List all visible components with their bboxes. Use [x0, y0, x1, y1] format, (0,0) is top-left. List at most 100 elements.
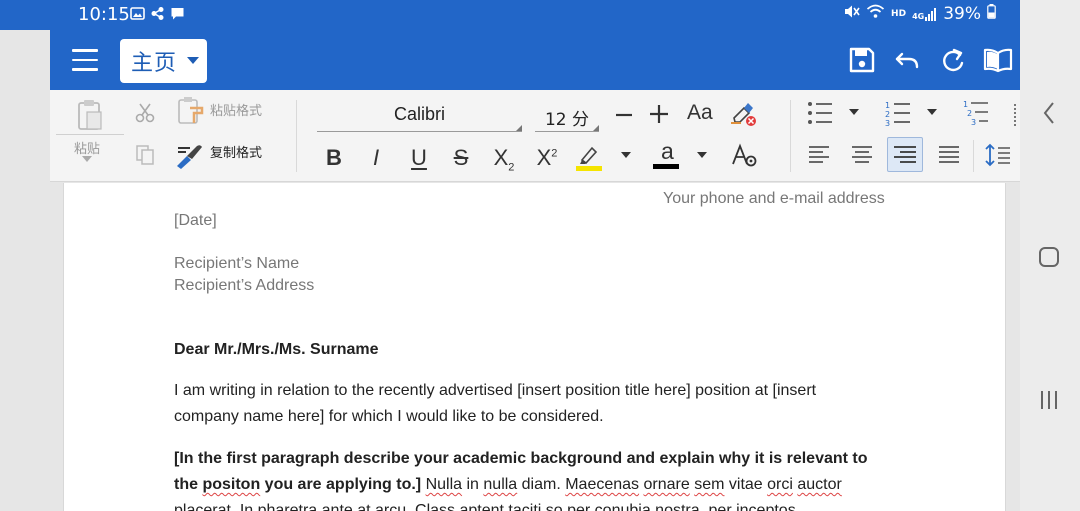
- save-icon[interactable]: [848, 46, 876, 74]
- font-color-button[interactable]: a: [653, 138, 683, 172]
- decrease-font-icon[interactable]: [613, 104, 635, 126]
- battery-icon: [987, 4, 996, 24]
- paste-format-icon[interactable]: [176, 96, 206, 126]
- paste-dropdown-icon[interactable]: [82, 156, 92, 162]
- caret-down-icon: [187, 57, 199, 64]
- word-app: 10:15 HD 4G 39% 主页 粘贴 粘贴格式 复制格式 Calibri …: [0, 0, 1020, 511]
- paragraph-2-line-3: placerat. In pharetra ante at arcu. Clas…: [174, 502, 796, 511]
- paragraph-1-line-1: I am writing in relation to the recently…: [174, 382, 817, 399]
- redo-icon[interactable]: [939, 46, 967, 74]
- clock: 10:15: [78, 4, 130, 25]
- justify-icon[interactable]: [936, 142, 962, 168]
- title-bar: 主页: [50, 30, 1020, 90]
- numbered-list-dropdown-icon[interactable]: [927, 109, 937, 115]
- font-size-value: 12 分: [544, 110, 590, 130]
- highlight-icon[interactable]: [574, 142, 606, 172]
- highlight-dropdown-icon[interactable]: [621, 152, 631, 158]
- underline-button[interactable]: U: [405, 145, 433, 171]
- strikethrough-button[interactable]: S: [447, 145, 475, 171]
- align-center-icon[interactable]: [849, 142, 875, 168]
- recents-icon[interactable]: [1038, 388, 1060, 412]
- lorem-word: auctor: [797, 476, 842, 493]
- subscript-button[interactable]: X2: [490, 145, 518, 173]
- svg-text:3: 3: [971, 118, 976, 127]
- battery-text: 39%: [943, 4, 981, 24]
- lorem-text: vitae: [724, 476, 768, 493]
- paste-format-label[interactable]: 粘贴格式: [210, 100, 262, 119]
- bold-button[interactable]: B: [320, 145, 348, 171]
- font-name-field[interactable]: Calibri: [317, 100, 522, 132]
- back-icon[interactable]: [1040, 100, 1058, 126]
- hd-badge: HD: [891, 9, 907, 19]
- hamburger-menu-icon[interactable]: [72, 49, 98, 71]
- paste-divider: [56, 134, 124, 135]
- misspelled-word: positon: [202, 476, 261, 493]
- ribbon-divider: [790, 100, 791, 172]
- message-icon: [170, 6, 185, 21]
- svg-text:2: 2: [967, 109, 972, 118]
- italic-button[interactable]: I: [362, 145, 390, 171]
- subscript-glyph: X: [493, 145, 509, 170]
- svg-text:2: 2: [885, 110, 890, 119]
- mute-icon: [843, 4, 860, 24]
- paragraph-2-line-2: the positon you are applying to.] Nulla …: [174, 476, 842, 494]
- system-nav-bar: [1020, 0, 1080, 511]
- multilevel-list-icon[interactable]: 123: [962, 99, 990, 127]
- numbered-list-icon[interactable]: 123: [884, 100, 912, 128]
- svg-text:3: 3: [885, 119, 890, 126]
- bullet-list-icon[interactable]: [806, 100, 834, 126]
- lorem-word: sem: [694, 476, 725, 493]
- paragraph-1-line-2: company name here] for which I would lik…: [174, 408, 604, 425]
- lorem-word: ornare: [643, 476, 690, 493]
- status-bar: 10:15 HD 4G 39%: [0, 0, 1020, 30]
- superscript-glyph: X: [536, 145, 552, 170]
- ribbon-tab-label: 主页: [131, 51, 178, 76]
- format-painter-icon[interactable]: [175, 142, 205, 170]
- lorem-word: orci: [767, 476, 793, 493]
- signal-icon: 4G: [912, 7, 937, 21]
- undo-icon[interactable]: [893, 46, 921, 74]
- superscript-button[interactable]: X2: [533, 145, 561, 171]
- clear-format-icon[interactable]: [728, 100, 758, 128]
- date-placeholder: [Date]: [174, 212, 217, 229]
- contact-line: Your phone and e-mail address: [663, 190, 885, 207]
- font-settings-icon[interactable]: [730, 142, 760, 170]
- dropdown-corner-icon: [516, 125, 522, 131]
- ribbon-toolbar: 粘贴 粘贴格式 复制格式 Calibri 12 分 Aa B I U S X2 …: [50, 90, 1020, 182]
- lorem-word: nulla: [483, 476, 518, 493]
- lorem-word: Nulla: [425, 476, 463, 493]
- line-spacing-icon[interactable]: [984, 141, 1012, 169]
- home-icon[interactable]: [1038, 246, 1060, 268]
- font-color-dropdown-icon[interactable]: [697, 152, 707, 158]
- gallery-icon: [130, 6, 145, 21]
- recipient-address: Recipient’s Address: [174, 277, 315, 294]
- recipient-name: Recipient’s Name: [174, 255, 300, 272]
- para2-text: you are applying to.]: [260, 476, 422, 493]
- svg-text:1: 1: [885, 101, 890, 110]
- change-case-button[interactable]: Aa: [687, 101, 713, 125]
- font-name-value: Calibri: [393, 104, 445, 124]
- align-left-icon[interactable]: [806, 142, 832, 168]
- bullet-list-dropdown-icon[interactable]: [849, 109, 859, 115]
- cut-icon[interactable]: [134, 102, 156, 124]
- document-page[interactable]: Your phone and e-mail address [Date] Rec…: [63, 183, 1006, 511]
- align-right-icon[interactable]: [887, 137, 923, 172]
- increase-font-icon[interactable]: [647, 102, 671, 126]
- lorem-word: Maecenas: [565, 476, 640, 493]
- paste-label[interactable]: 粘贴: [74, 138, 100, 157]
- para2-text: the: [174, 476, 203, 493]
- copy-icon[interactable]: [134, 144, 156, 166]
- paragraph-2-line-1: [In the first paragraph describe your ac…: [174, 450, 868, 467]
- svg-text:1: 1: [963, 100, 968, 109]
- ribbon-tab-selector[interactable]: 主页: [120, 39, 207, 83]
- copy-format-label[interactable]: 复制格式: [210, 142, 262, 161]
- subscript-mark: 2: [508, 161, 515, 174]
- wifi-icon: [866, 4, 885, 24]
- font-size-field[interactable]: 12 分: [535, 100, 599, 132]
- ribbon-divider: [296, 100, 297, 172]
- dropdown-corner-icon: [593, 125, 599, 131]
- more-list-icon[interactable]: [1014, 104, 1018, 126]
- superscript-mark: 2: [551, 147, 558, 160]
- paste-icon[interactable]: [72, 98, 106, 134]
- read-mode-icon[interactable]: [983, 46, 1013, 74]
